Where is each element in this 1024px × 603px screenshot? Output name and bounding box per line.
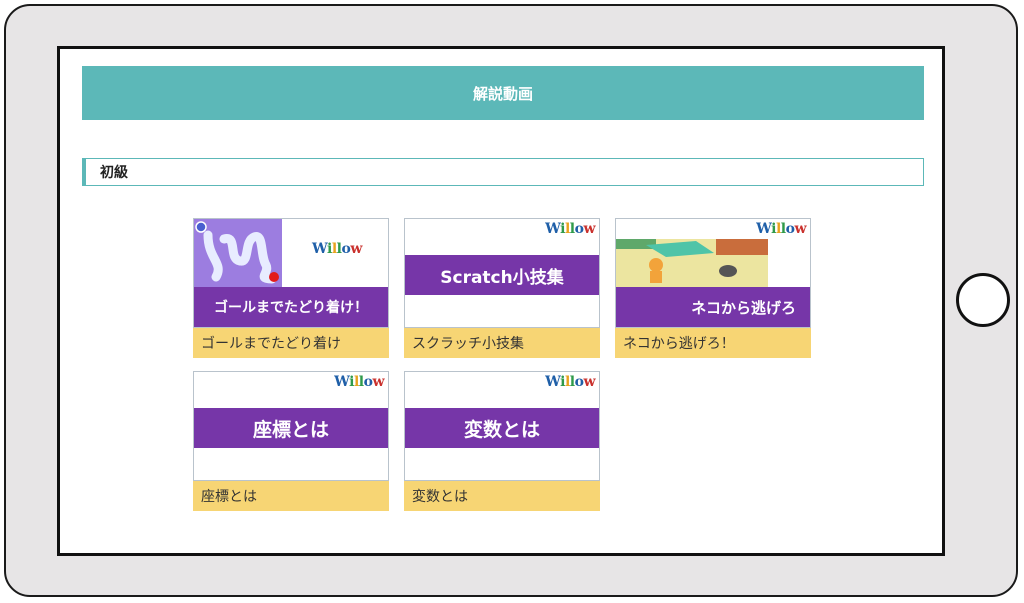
page-title: 解説動画: [472, 84, 533, 103]
thumbnail-title: ゴールまでたどり着け！: [194, 287, 388, 327]
video-thumbnail[interactable]: Willow 変数とは: [404, 371, 600, 481]
video-caption[interactable]: スクラッチ小技集: [404, 328, 600, 358]
section-header-beginner: 初級: [82, 158, 924, 186]
willow-logo: Willow: [756, 221, 806, 237]
video-card-escape-cat[interactable]: Willow ネコから逃げろ ネコから逃げろ！: [615, 218, 811, 358]
video-card-variables[interactable]: Willow 変数とは 変数とは: [404, 371, 600, 511]
video-card-coordinates[interactable]: Willow 座標とは 座標とは: [193, 371, 389, 511]
video-caption[interactable]: 変数とは: [404, 481, 600, 511]
section-title: 初級: [100, 165, 128, 181]
page-title-banner: 解説動画: [82, 66, 924, 120]
video-card-scratch-tips[interactable]: Willow Scratch小技集 スクラッチ小技集: [404, 218, 600, 358]
video-thumbnail[interactable]: Willow 座標とは: [193, 371, 389, 481]
willow-logo: Willow: [312, 241, 362, 257]
thumbnail-title: ネコから逃げろ: [616, 287, 810, 327]
video-thumbnail[interactable]: Willow Scratch小技集: [404, 218, 600, 328]
willow-logo: Willow: [334, 374, 384, 390]
willow-logo: Willow: [545, 374, 595, 390]
video-card-goal[interactable]: Willow ゴールまでたどり着け！ ゴールまでたどり着け: [193, 218, 389, 358]
video-thumbnail[interactable]: Willow ゴールまでたどり着け！: [193, 218, 389, 328]
thumbnail-title: 座標とは: [194, 408, 388, 448]
thumbnail-title: 変数とは: [405, 408, 599, 448]
video-caption[interactable]: 座標とは: [193, 481, 389, 511]
maze-illustration: [194, 219, 282, 287]
thumbnail-title: Scratch小技集: [405, 255, 599, 295]
home-button[interactable]: [956, 273, 1010, 327]
willow-logo: Willow: [545, 221, 595, 237]
video-caption[interactable]: ネコから逃げろ！: [615, 328, 811, 358]
video-caption[interactable]: ゴールまでたどり着け: [193, 328, 389, 358]
video-thumbnail[interactable]: Willow ネコから逃げろ: [615, 218, 811, 328]
screen: 解説動画 初級 Willow ゴールまでたどり着け！ ゴールまでたどり着け Wi…: [57, 46, 945, 556]
